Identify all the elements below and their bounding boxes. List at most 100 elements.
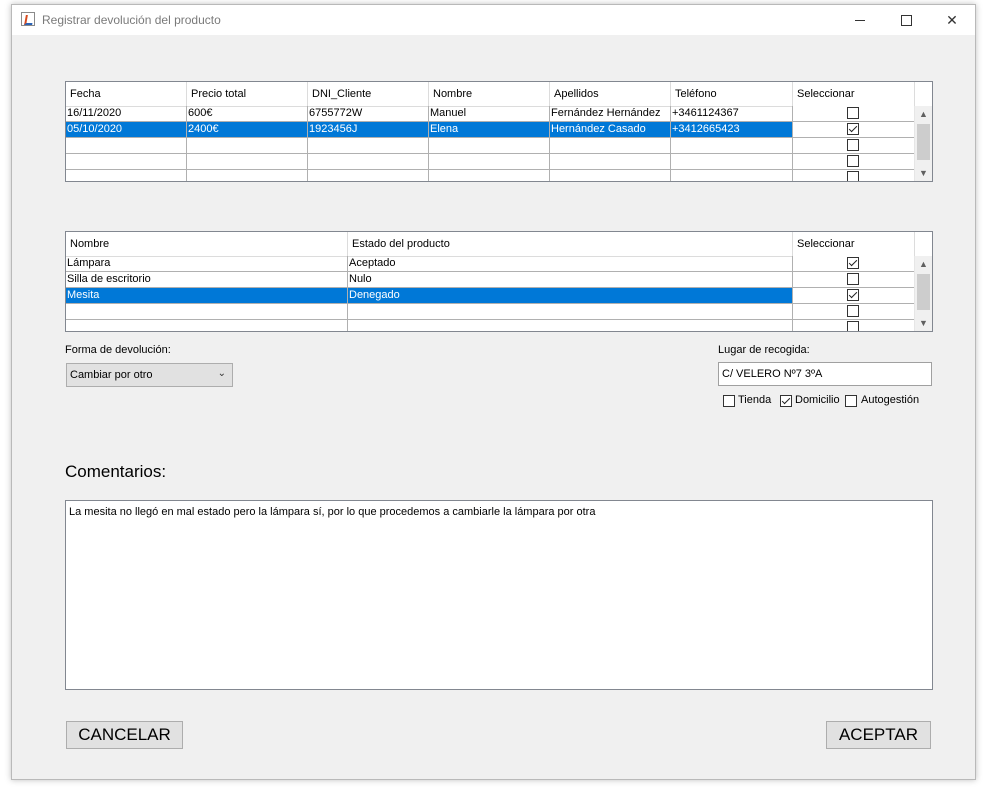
select-cell[interactable]: [793, 154, 915, 170]
table-cell[interactable]: [308, 170, 429, 181]
column-header-telefono[interactable]: Teléfono: [671, 82, 793, 106]
table-cell[interactable]: Nulo: [348, 272, 793, 288]
scroll-up-arrow-icon[interactable]: ▲: [915, 106, 932, 122]
column-header-seleccionar[interactable]: Seleccionar: [793, 82, 915, 106]
cancel-button[interactable]: CANCELAR: [66, 721, 183, 749]
select-cell[interactable]: [793, 170, 915, 181]
table-cell[interactable]: [66, 170, 187, 181]
comentarios-text: La mesita no llegó en mal estado pero la…: [69, 506, 596, 518]
table-cell[interactable]: Aceptado: [348, 256, 793, 272]
table-cell[interactable]: [429, 170, 550, 181]
title-bar[interactable]: Registrar devolución del producto ✕: [12, 5, 975, 35]
table-cell[interactable]: [348, 320, 793, 331]
table-cell[interactable]: 6755772W: [308, 106, 429, 122]
table-cell[interactable]: [66, 320, 348, 331]
maximize-button[interactable]: [883, 5, 929, 35]
scroll-up-arrow-icon[interactable]: ▲: [915, 256, 932, 272]
domicilio-label: Domicilio: [795, 394, 840, 406]
close-button[interactable]: ✕: [929, 5, 975, 35]
accept-button[interactable]: ACEPTAR: [826, 721, 931, 749]
column-header-seleccionar-producto[interactable]: Seleccionar: [793, 232, 915, 256]
select-checkbox[interactable]: [847, 273, 859, 285]
maximize-icon: [900, 14, 912, 26]
scroll-down-arrow-icon[interactable]: ▼: [915, 315, 932, 331]
table-cell[interactable]: 16/11/2020: [66, 106, 187, 122]
minimize-icon: [855, 19, 865, 21]
table-cell[interactable]: Hernández Casado: [550, 122, 671, 138]
column-header-dni-cliente[interactable]: DNI_Cliente: [308, 82, 429, 106]
select-checkbox[interactable]: [847, 107, 859, 119]
table-cell[interactable]: Elena: [429, 122, 550, 138]
productos-table-header: Nombre Estado del producto Seleccionar: [66, 232, 915, 257]
table-cell[interactable]: [429, 154, 550, 170]
select-checkbox[interactable]: [847, 289, 859, 301]
table-cell[interactable]: 2400€: [187, 122, 308, 138]
table-cell[interactable]: [187, 138, 308, 154]
table-cell[interactable]: Mesita: [66, 288, 348, 304]
autogestion-checkbox[interactable]: [845, 395, 857, 407]
select-checkbox[interactable]: [847, 155, 859, 167]
table-cell[interactable]: Lámpara: [66, 256, 348, 272]
select-checkbox[interactable]: [847, 305, 859, 317]
table-cell[interactable]: Denegado: [348, 288, 793, 304]
table-cell[interactable]: +3461124367: [671, 106, 793, 122]
table-cell[interactable]: [550, 170, 671, 181]
select-checkbox[interactable]: [847, 257, 859, 269]
table-cell[interactable]: [66, 304, 348, 320]
minimize-button[interactable]: [837, 5, 883, 35]
tienda-label: Tienda: [738, 394, 772, 406]
table-cell[interactable]: [308, 138, 429, 154]
column-header-estado-producto[interactable]: Estado del producto: [348, 232, 793, 256]
table-cell[interactable]: Silla de escritorio: [66, 272, 348, 288]
table-cell[interactable]: 05/10/2020: [66, 122, 187, 138]
ventas-table: Fecha Precio total DNI_Cliente Nombre Ap…: [65, 81, 933, 182]
select-cell[interactable]: [793, 122, 915, 138]
lugar-recogida-value: C/ VELERO Nº7 3ºA: [722, 368, 823, 380]
table-cell[interactable]: [550, 138, 671, 154]
select-cell[interactable]: [793, 106, 915, 122]
ventas-table-scrollbar[interactable]: ▲ ▼: [914, 106, 932, 181]
table-cell[interactable]: [671, 138, 793, 154]
table-cell[interactable]: [66, 154, 187, 170]
select-cell[interactable]: [793, 320, 915, 331]
scroll-thumb[interactable]: [917, 274, 930, 310]
table-cell[interactable]: [348, 304, 793, 320]
select-checkbox[interactable]: [847, 139, 859, 151]
table-cell[interactable]: Fernández Hernández: [550, 106, 671, 122]
table-cell[interactable]: [66, 138, 187, 154]
forma-devolucion-select[interactable]: Cambiar por otro ⌄: [66, 363, 233, 387]
productos-table: Nombre Estado del producto Seleccionar L…: [65, 231, 933, 332]
scroll-down-arrow-icon[interactable]: ▼: [915, 165, 932, 181]
comentarios-textarea[interactable]: La mesita no llegó en mal estado pero la…: [65, 500, 933, 690]
tienda-checkbox[interactable]: [723, 395, 735, 407]
table-cell[interactable]: [671, 154, 793, 170]
table-cell[interactable]: 1923456J: [308, 122, 429, 138]
table-cell[interactable]: [187, 154, 308, 170]
table-cell[interactable]: [187, 170, 308, 181]
column-header-nombre[interactable]: Nombre: [429, 82, 550, 106]
productos-table-scrollbar[interactable]: ▲ ▼: [914, 256, 932, 331]
column-header-apellidos[interactable]: Apellidos: [550, 82, 671, 106]
table-cell[interactable]: [308, 154, 429, 170]
select-cell[interactable]: [793, 288, 915, 304]
column-header-precio-total[interactable]: Precio total: [187, 82, 308, 106]
table-cell[interactable]: 600€: [187, 106, 308, 122]
select-checkbox[interactable]: [847, 171, 859, 181]
column-header-fecha[interactable]: Fecha: [66, 82, 187, 106]
lugar-recogida-input[interactable]: C/ VELERO Nº7 3ºA: [718, 362, 932, 386]
scroll-thumb[interactable]: [917, 124, 930, 160]
table-cell[interactable]: +3412665423: [671, 122, 793, 138]
table-cell[interactable]: Manuel: [429, 106, 550, 122]
select-cell[interactable]: [793, 138, 915, 154]
forma-devolucion-value: Cambiar por otro: [70, 369, 153, 381]
select-cell[interactable]: [793, 272, 915, 288]
select-checkbox[interactable]: [847, 123, 859, 135]
domicilio-checkbox[interactable]: [780, 395, 792, 407]
table-cell[interactable]: [671, 170, 793, 181]
select-checkbox[interactable]: [847, 321, 859, 331]
table-cell[interactable]: [550, 154, 671, 170]
column-header-nombre-producto[interactable]: Nombre: [66, 232, 348, 256]
table-cell[interactable]: [429, 138, 550, 154]
select-cell[interactable]: [793, 304, 915, 320]
select-cell[interactable]: [793, 256, 915, 272]
